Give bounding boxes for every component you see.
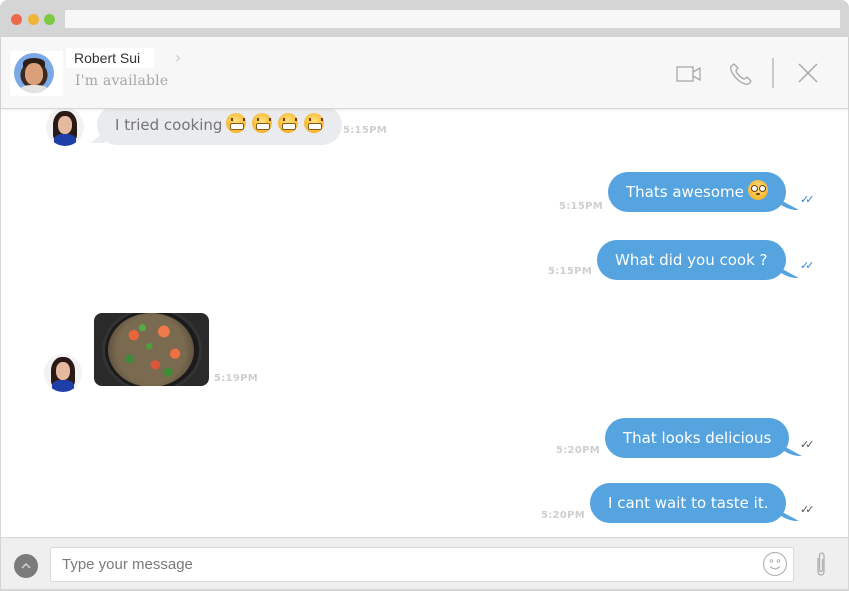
message-text: I cant wait to taste it. — [608, 494, 769, 512]
message-bubble-incoming[interactable]: I tried cooking — [97, 109, 343, 145]
message-time: 5:19PM — [214, 373, 258, 384]
shared-food-photo[interactable] — [94, 313, 209, 386]
sender-avatar[interactable] — [46, 109, 84, 146]
message-composer — [1, 537, 848, 589]
read-receipt-icon: ✓✓ — [800, 259, 815, 272]
address-bar[interactable] — [65, 10, 840, 28]
message-bubble-outgoing[interactable]: I cant wait to taste it. — [590, 483, 787, 523]
window-close-button[interactable] — [11, 14, 22, 25]
window-minimize-button[interactable] — [28, 14, 39, 25]
message-list[interactable]: I tried cooking 5:15PM 5:15PM Thats awes… — [1, 109, 848, 537]
sender-avatar-frame — [41, 352, 83, 394]
message-bubble-outgoing[interactable]: What did you cook ? — [597, 240, 786, 280]
grimacing-face-emoji — [252, 113, 273, 133]
message-time: 5:20PM — [556, 445, 600, 456]
message-text: What did you cook ? — [615, 251, 768, 269]
chevron-up-icon — [21, 563, 31, 569]
sender-avatar-frame — [41, 109, 89, 147]
phone-icon[interactable] — [728, 61, 754, 91]
chat-window: Robert Sui › I'm available I tried cooki… — [0, 0, 849, 591]
message-text: That looks delicious — [623, 429, 772, 447]
grimacing-face-emoji — [226, 113, 247, 133]
contact-status: I'm available — [75, 73, 169, 89]
message-bubble-outgoing[interactable]: Thats awesome — [608, 172, 786, 212]
delivered-receipt-icon: ✓✓ — [800, 438, 815, 451]
message-time: 5:15PM — [559, 201, 603, 212]
header-divider — [772, 58, 774, 88]
close-icon[interactable] — [797, 62, 819, 88]
grimacing-face-emoji — [278, 113, 299, 133]
message-time: 5:15PM — [343, 125, 387, 136]
paperclip-icon — [817, 552, 825, 576]
attach-file-button[interactable] — [812, 552, 830, 582]
contact-name-box[interactable]: Robert Sui — [66, 48, 154, 68]
flushed-face-emoji — [747, 180, 768, 200]
contact-avatar-frame — [10, 51, 63, 96]
chat-header: Robert Sui › I'm available — [1, 37, 848, 109]
contact-name: Robert Sui — [74, 50, 141, 66]
window-maximize-button[interactable] — [44, 14, 55, 25]
message-time: 5:20PM — [541, 510, 585, 521]
smiley-icon — [762, 551, 788, 577]
contact-avatar[interactable] — [14, 53, 54, 93]
chevron-right-icon[interactable]: › — [175, 50, 185, 66]
message-input[interactable] — [50, 547, 794, 582]
message-text: I tried cooking — [115, 116, 223, 134]
message-text: Thats awesome — [626, 183, 744, 201]
expand-options-button[interactable] — [14, 554, 38, 578]
message-bubble-outgoing[interactable]: That looks delicious — [605, 418, 790, 458]
video-camera-icon[interactable] — [676, 65, 702, 87]
sender-avatar[interactable] — [44, 354, 82, 392]
emoji-picker-button[interactable] — [762, 551, 788, 581]
read-receipt-icon: ✓✓ — [800, 193, 815, 206]
message-time: 5:15PM — [548, 266, 592, 277]
grimacing-face-emoji — [304, 113, 325, 133]
delivered-receipt-icon: ✓✓ — [800, 503, 815, 516]
title-bar — [0, 0, 849, 37]
